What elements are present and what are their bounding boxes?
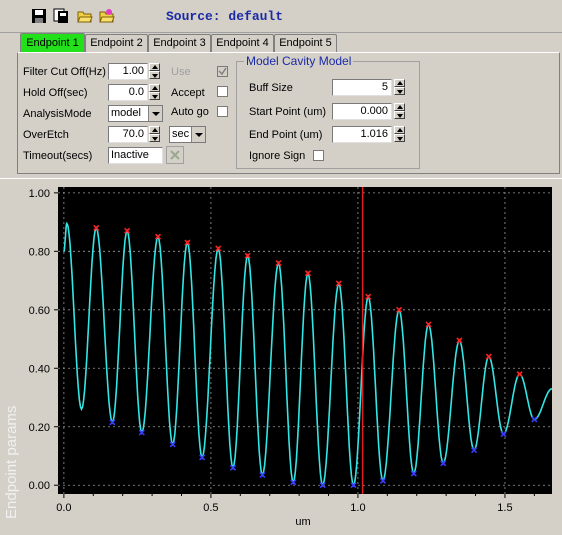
end-point-input[interactable]: 1.016	[332, 126, 392, 143]
y-tick-label: 0.40	[29, 363, 50, 375]
y-tick-label: 0.80	[29, 246, 50, 258]
source-label: Source: default	[166, 9, 284, 24]
filter-cutoff-label: Filter Cut Off(Hz)	[23, 66, 106, 78]
tab-endpoint-4[interactable]: Endpoint 4	[211, 34, 274, 52]
open-folder-icon[interactable]	[76, 7, 94, 25]
accept-label: Accept	[171, 87, 205, 99]
overetch-unit-select[interactable]: sec	[169, 126, 206, 143]
end-point-label: End Point (um)	[249, 129, 323, 141]
y-tick-label: 0.60	[29, 305, 50, 317]
hold-off-label: Hold Off(sec)	[23, 87, 88, 99]
copy-icon[interactable]	[52, 7, 70, 25]
chevron-down-icon	[148, 106, 162, 121]
y-tick-label: 1.00	[29, 188, 50, 200]
accept-checkbox[interactable]	[217, 86, 228, 97]
overetch-label: OverEtch	[23, 129, 69, 141]
x-tick-label: 1.0	[350, 502, 365, 514]
tab-endpoint-1[interactable]: Endpoint 1	[20, 33, 85, 53]
analysis-mode-value: model	[111, 107, 141, 119]
start-point-spinner[interactable]	[394, 103, 405, 120]
tab-endpoint-3[interactable]: Endpoint 3	[148, 34, 211, 52]
chevron-down-icon	[191, 127, 205, 142]
endpoint-chart: 0.0 0.5 1.0 1.5 0.00 0.20 0.40 0.60 0.80 1.00 En…	[3, 187, 553, 528]
use-label: Use	[171, 66, 191, 78]
overetch-spinner[interactable]	[149, 126, 160, 143]
plot-background	[58, 187, 552, 494]
filter-cutoff-input[interactable]: 1.00	[108, 63, 148, 80]
x-axis: 0.0 0.5 1.0 1.5	[56, 494, 535, 514]
buff-size-label: Buff Size	[249, 82, 293, 94]
ignore-sign-checkbox[interactable]	[313, 150, 324, 161]
y-tick-label: 0.00	[29, 480, 50, 492]
overetch-input[interactable]: 70.0	[108, 126, 148, 143]
buff-size-spinner[interactable]	[394, 79, 405, 96]
timeout-label: Timeout(secs)	[23, 150, 93, 162]
x-tick-label: 0.5	[203, 502, 218, 514]
analysis-mode-select[interactable]: model	[108, 105, 163, 122]
save-icon[interactable]	[30, 7, 48, 25]
y-tick-label: 0.20	[29, 422, 50, 434]
hold-off-input[interactable]: 0.0	[108, 84, 148, 101]
clear-icon[interactable]	[166, 146, 184, 164]
analysis-mode-label: AnalysisMode	[23, 108, 92, 120]
x-axis-label: um	[295, 516, 310, 528]
overetch-unit-value: sec	[172, 128, 190, 140]
x-tick-label: 1.5	[497, 502, 512, 514]
tab-endpoint-2[interactable]: Endpoint 2	[85, 34, 148, 52]
filter-cutoff-spinner[interactable]	[149, 63, 160, 80]
auto-go-label: Auto go	[171, 106, 209, 118]
open-folder-star-icon[interactable]	[98, 7, 116, 25]
y-axis: 0.00 0.20 0.40 0.60 0.80 1.00	[29, 188, 58, 492]
start-point-input[interactable]: 0.000	[332, 103, 392, 120]
model-cavity-title: Model Cavity Model	[244, 54, 354, 68]
start-point-label: Start Point (um)	[249, 106, 327, 118]
y-axis-label: Endpoint params	[3, 406, 20, 519]
hold-off-spinner[interactable]	[149, 84, 160, 101]
ignore-sign-label: Ignore Sign	[249, 150, 306, 162]
tab-endpoint-5[interactable]: Endpoint 5	[274, 34, 337, 52]
end-point-spinner[interactable]	[394, 126, 405, 143]
chart-area: 0.0 0.5 1.0 1.5 0.00 0.20 0.40 0.60 0.80 1.00 En…	[0, 178, 562, 532]
x-tick-label: 0.0	[56, 502, 71, 514]
use-checkbox[interactable]	[217, 66, 228, 77]
toolbar: Source: default	[0, 0, 562, 33]
buff-size-input[interactable]: 5	[332, 79, 392, 96]
auto-go-checkbox[interactable]	[217, 106, 228, 117]
timeout-input[interactable]: Inactive	[108, 147, 163, 164]
